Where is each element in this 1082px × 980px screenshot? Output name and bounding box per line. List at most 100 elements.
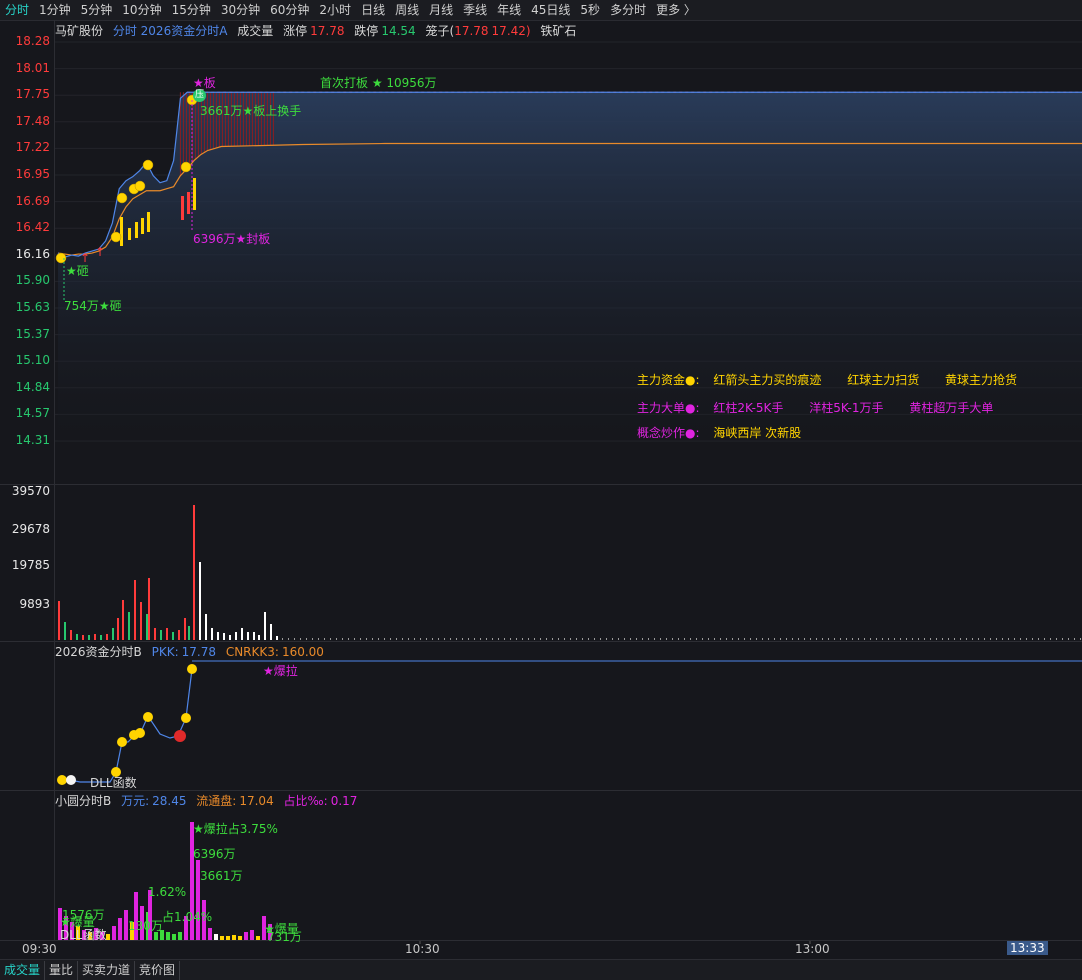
volume-bar [1074, 638, 1075, 640]
volume-bar [684, 638, 685, 640]
legend-title-concept: 概念炒作●: [637, 426, 700, 440]
panel-divider [0, 641, 1082, 642]
panel-divider [0, 940, 1082, 941]
bottom-tab-2[interactable]: 买卖力道 [78, 960, 136, 980]
volume-bar [154, 628, 156, 640]
legend-row-concept: 概念炒作●: 海峡西岸 次新股 [637, 424, 823, 441]
volume-bar [1062, 638, 1063, 640]
ratio-value: 0.17 [330, 794, 358, 808]
pct-162-label: 1.62% [148, 885, 187, 899]
volume-bar [798, 638, 799, 640]
volume-bar [1020, 638, 1021, 640]
volume-bar [1050, 638, 1051, 640]
volume-bar [205, 614, 207, 640]
price-area-fill [58, 92, 1082, 441]
big-order-bar [135, 222, 138, 238]
volume-bar [660, 638, 661, 640]
volume-bar [774, 638, 775, 640]
volume-bar [756, 638, 757, 640]
volume-bar [672, 638, 673, 640]
first-board-label: 首次打板 ★ 10956万 [320, 76, 437, 90]
big-order-bar [193, 178, 196, 210]
indicator-c-name[interactable]: 小圆分时B [55, 794, 111, 808]
volume-bar [426, 638, 427, 640]
indicator-b-name[interactable]: 2026资金分时B [55, 645, 142, 659]
volume-bar [100, 635, 102, 640]
volume-bar [414, 638, 415, 640]
volume-bar [193, 505, 195, 640]
volume-bar [498, 638, 499, 640]
float-label: 流通盘: [196, 794, 237, 808]
volume-bar [936, 638, 937, 640]
bottom-tab-1[interactable]: 量比 [45, 960, 79, 980]
bottom-tab-3[interactable]: 竞价图 [135, 960, 181, 980]
volume-bar [1044, 638, 1045, 640]
amount-3661-label: 3661万 [200, 869, 243, 883]
volume-bar [474, 638, 475, 640]
time-label-1300: 13:00 [795, 942, 830, 956]
volume-bar [360, 638, 361, 640]
wan-label: 万元: [121, 794, 150, 808]
volume-bar [612, 638, 613, 640]
volume-bar [396, 638, 397, 640]
legend-item: 黄柱超万手大单 [909, 401, 994, 415]
volume-bar [166, 628, 168, 640]
volume-bar [528, 638, 529, 640]
volume-bar [112, 628, 114, 640]
volume-bar [546, 638, 547, 640]
volume-bar [780, 638, 781, 640]
current-time-marker: 13:33 [1007, 941, 1048, 955]
volume-bar [106, 634, 108, 640]
volume-bar [270, 624, 272, 640]
volume-bar [88, 635, 90, 640]
yellow-ball-marker [110, 231, 122, 243]
big-order-bar [128, 228, 131, 240]
volume-bar [714, 638, 715, 640]
time-label-open: 09:30 [22, 942, 57, 956]
volume-bar [888, 638, 889, 640]
volume-bar [58, 601, 60, 640]
yellow-ball-marker [57, 775, 67, 785]
volume-bar [522, 638, 523, 640]
indicator-c-bar [250, 930, 254, 940]
volume-bar [402, 638, 403, 640]
yellow-ball-marker [180, 161, 192, 173]
pct-104-label: 占1.04% [162, 910, 213, 924]
volume-bar [624, 638, 625, 640]
volume-bar [229, 635, 231, 640]
volume-bar [366, 638, 367, 640]
indicator-c-bar [112, 926, 116, 940]
volume-bar [199, 562, 201, 640]
volume-bar [552, 638, 553, 640]
ratio-label: 占比‰: [283, 794, 328, 808]
yellow-ball-marker [117, 737, 127, 747]
volume-bar [726, 638, 727, 640]
dll-function-label-2: DLL函数 [60, 928, 107, 942]
volume-bar [235, 632, 237, 640]
volume-bar [288, 638, 289, 640]
yellow-ball-marker [134, 180, 146, 192]
bottom-tab-0[interactable]: 成交量 [0, 960, 46, 980]
legend-item: 红箭头主力买的痕迹 [713, 373, 822, 387]
smash-label: ★砸 [66, 264, 89, 278]
volume-bar [348, 638, 349, 640]
volume-bar [762, 638, 763, 640]
volume-bar [122, 600, 124, 640]
volume-bar [558, 638, 559, 640]
volume-bar [906, 638, 907, 640]
volume-bar [648, 638, 649, 640]
indicator-c-bar [208, 928, 212, 940]
volume-bar [188, 626, 190, 640]
intraday-chart[interactable]: ↑↑ [0, 0, 1082, 979]
volume-bar [420, 638, 421, 640]
legend-item: 红柱2K-5K手 [713, 401, 784, 415]
volume-bar [76, 634, 78, 640]
volume-bar [1008, 638, 1009, 640]
volume-bar [300, 638, 301, 640]
volume-bar [786, 638, 787, 640]
volume-bar [510, 638, 511, 640]
volume-bar [732, 638, 733, 640]
volume-bar [294, 638, 295, 640]
volume-bar [846, 638, 847, 640]
volume-bar [1080, 638, 1081, 640]
